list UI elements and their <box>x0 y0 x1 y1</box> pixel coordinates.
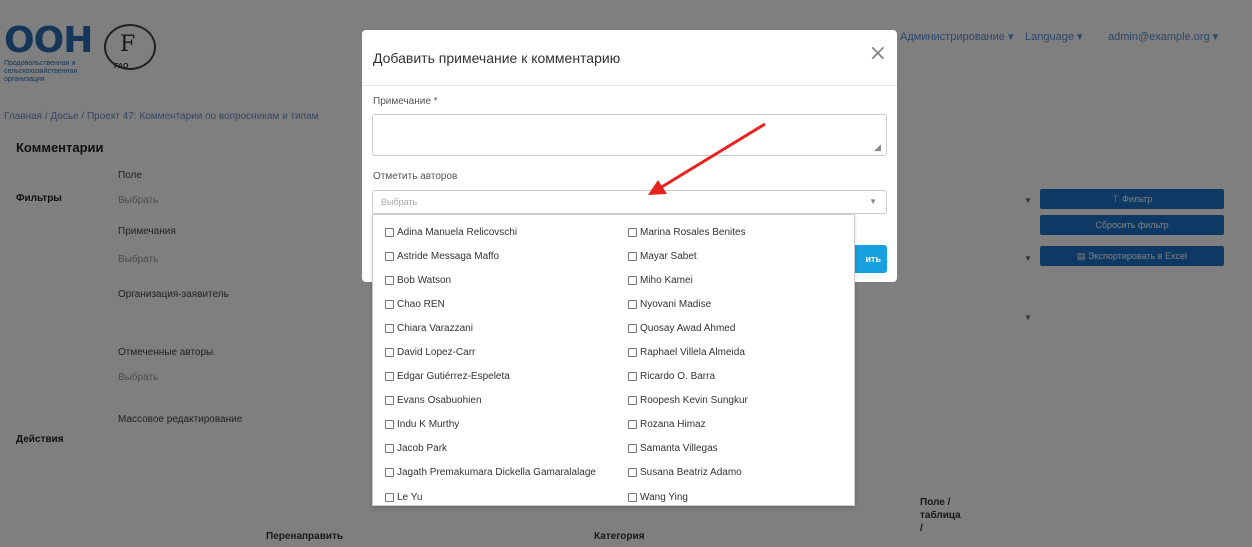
author-option[interactable]: Samanta Villegas <box>628 437 748 461</box>
authors-select[interactable]: Выбрать ▼ <box>372 190 887 214</box>
checkbox-icon[interactable] <box>628 227 637 237</box>
author-option-label: Wang Ying <box>640 491 688 503</box>
checkbox-icon[interactable] <box>628 251 637 261</box>
author-option[interactable]: Miho Kamei <box>628 268 748 292</box>
author-option[interactable]: Jagath Premakumara Dickella Gamaralalage <box>385 461 596 485</box>
author-option[interactable]: Roopesh Kevin Sungkur <box>628 389 748 413</box>
author-option[interactable]: Marina Rosales Benites <box>628 220 748 244</box>
author-option-label: Chiara Varazzani <box>397 322 473 334</box>
note-textarea[interactable] <box>372 114 887 156</box>
author-option-label: Edgar Gutiérrez-Espeleta <box>397 371 510 383</box>
author-option-label: Marina Rosales Benites <box>640 226 746 238</box>
authors-select-placeholder: Выбрать <box>381 197 418 207</box>
author-option-label: Adina Manuela Relicovschi <box>397 226 518 238</box>
author-option-label: Miho Kamei <box>640 274 693 286</box>
author-option[interactable]: Ricardo O. Barra <box>628 365 748 389</box>
author-option-label: Bob Watson <box>397 274 452 286</box>
author-option[interactable]: Mayar Sabet <box>628 244 748 268</box>
checkbox-icon[interactable] <box>385 275 394 285</box>
author-option[interactable]: Astride Messaga Maffo <box>385 244 596 268</box>
checkbox-icon[interactable] <box>385 299 394 309</box>
author-option-label: Astride Messaga Maffo <box>397 250 500 262</box>
author-option-label: Ricardo O. Barra <box>640 371 716 383</box>
author-option[interactable]: Susana Beatriz Adamo <box>628 461 748 485</box>
author-option-label: Evans Osabuohien <box>397 395 482 407</box>
authors-column-right: Marina Rosales Benites Mayar Sabet Miho Ka… <box>628 220 748 509</box>
checkbox-icon[interactable] <box>385 227 394 237</box>
checkbox-icon[interactable] <box>628 468 637 478</box>
author-option-label: Raphael Villela Almeida <box>640 347 745 359</box>
checkbox-icon[interactable] <box>385 396 394 406</box>
author-option[interactable]: Chao REN <box>385 292 596 316</box>
author-option[interactable]: David Lopez-Carr <box>385 340 596 364</box>
authors-column-left: Adina Manuela Relicovschi Astride Messaga… <box>385 220 596 509</box>
author-option-label: Rozana Himaz <box>640 419 706 431</box>
author-option[interactable]: Evans Osabuohien <box>385 389 596 413</box>
author-option[interactable]: Raphael Villela Almeida <box>628 340 748 364</box>
checkbox-icon[interactable] <box>628 348 637 358</box>
checkbox-icon[interactable] <box>385 348 394 358</box>
close-icon[interactable]: × <box>869 43 887 65</box>
authors-dropdown: Adina Manuela Relicovschi Astride Messaga… <box>372 214 855 506</box>
author-option-label: David Lopez-Carr <box>397 347 476 359</box>
note-label: Примечание * <box>373 96 438 107</box>
author-option[interactable]: Adina Manuela Relicovschi <box>385 220 596 244</box>
checkbox-icon[interactable] <box>628 275 637 285</box>
author-option[interactable]: Indu K Murthy <box>385 413 596 437</box>
author-option[interactable]: Chiara Varazzani <box>385 316 596 340</box>
checkbox-icon[interactable] <box>628 323 637 333</box>
author-option[interactable]: Bob Watson <box>385 268 596 292</box>
author-option-label: Nyovani Madise <box>640 298 712 310</box>
author-option[interactable]: Le Yu <box>385 485 596 509</box>
checkbox-icon[interactable] <box>385 468 394 478</box>
checkbox-icon[interactable] <box>628 299 637 309</box>
checkbox-icon[interactable] <box>628 420 637 430</box>
modal-header: Добавить примечание к комментарию × <box>362 30 897 86</box>
author-option-label: Mayar Sabet <box>640 250 697 262</box>
author-option-label: Quosay Awad Ahmed <box>640 322 736 334</box>
author-option-label: Roopesh Kevin Sungkur <box>640 395 748 407</box>
checkbox-icon[interactable] <box>385 251 394 261</box>
author-option-label: Jagath Premakumara Dickella Gamaralalage <box>397 467 596 479</box>
checkbox-icon[interactable] <box>628 372 637 382</box>
author-option-label: Samanta Villegas <box>640 443 718 455</box>
author-option-label: Le Yu <box>397 491 423 503</box>
checkbox-icon[interactable] <box>385 420 394 430</box>
author-option-label: Jacob Park <box>397 443 448 455</box>
checkbox-icon[interactable] <box>628 396 637 406</box>
author-option[interactable]: Jacob Park <box>385 437 596 461</box>
modal-title: Добавить примечание к комментарию <box>373 50 621 66</box>
author-option[interactable]: Nyovani Madise <box>628 292 748 316</box>
author-option-label: Chao REN <box>397 298 445 310</box>
checkbox-icon[interactable] <box>628 444 637 454</box>
chevron-down-icon: ▼ <box>869 197 877 206</box>
checkbox-icon[interactable] <box>385 323 394 333</box>
checkbox-icon[interactable] <box>385 372 394 382</box>
author-option[interactable]: Edgar Gutiérrez-Espeleta <box>385 365 596 389</box>
author-option-label: Indu K Murthy <box>397 419 460 431</box>
author-option[interactable]: Wang Ying <box>628 485 748 509</box>
author-option[interactable]: Quosay Awad Ahmed <box>628 316 748 340</box>
author-option[interactable]: Rozana Himaz <box>628 413 748 437</box>
checkbox-icon[interactable] <box>628 492 637 502</box>
author-option-label: Susana Beatriz Adamo <box>640 467 742 479</box>
authors-label: Отметить авторов <box>373 171 458 182</box>
checkbox-icon[interactable] <box>385 444 394 454</box>
checkbox-icon[interactable] <box>385 492 394 502</box>
